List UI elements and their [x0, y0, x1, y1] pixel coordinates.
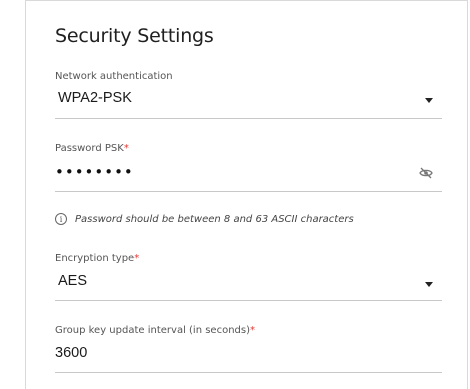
password-label-text: Password PSK: [55, 143, 124, 154]
encryption-underline: [55, 300, 442, 301]
encryption-value: AES: [58, 273, 88, 289]
chevron-down-icon: [425, 282, 433, 287]
group-key-label-text: Group key update interval (in seconds): [55, 325, 250, 336]
group-key-label: Group key update interval (in seconds)*: [55, 325, 255, 336]
password-underline: [55, 191, 442, 192]
network-auth-label-text: Network authentication: [55, 71, 173, 82]
network-auth-value: WPA2-PSK: [58, 90, 132, 106]
required-asterisk: *: [134, 253, 140, 264]
encryption-label: Encryption type*: [55, 253, 139, 264]
password-label: Password PSK*: [55, 143, 129, 154]
group-key-underline: [55, 372, 442, 373]
password-masked-value: ••••••••: [55, 163, 134, 181]
section-title: Security Settings: [55, 25, 214, 47]
group-key-value: 3600: [55, 345, 88, 361]
security-settings-card: Security Settings Network authentication…: [25, 0, 468, 389]
chevron-down-icon: [425, 98, 433, 103]
required-asterisk: *: [250, 325, 255, 336]
password-hint: i Password should be between 8 and 63 AS…: [55, 213, 354, 225]
info-icon: i: [55, 213, 67, 225]
eye-off-icon[interactable]: [419, 166, 433, 180]
required-asterisk: *: [123, 143, 129, 154]
network-auth-underline: [55, 118, 442, 119]
network-auth-label: Network authentication: [55, 71, 173, 82]
password-hint-text: Password should be between 8 and 63 ASCI…: [75, 213, 354, 225]
encryption-label-text: Encryption type: [55, 253, 135, 264]
